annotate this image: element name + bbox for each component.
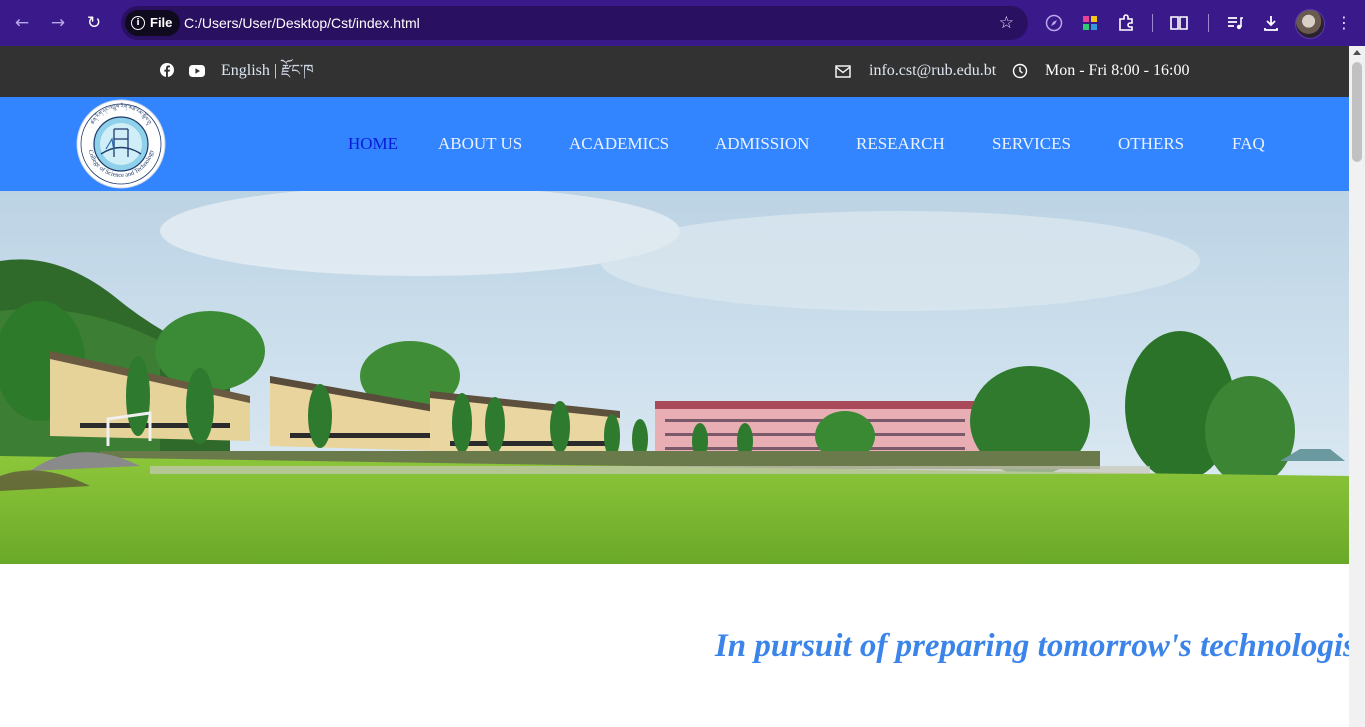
more-menu-icon[interactable]: ⋮ xyxy=(1332,11,1356,35)
language-english-link[interactable]: English xyxy=(221,62,270,79)
bookmark-star-icon[interactable]: ☆ xyxy=(999,6,1014,40)
hero-tagline: In pursuit of preparing tomorrow's techn… xyxy=(714,628,1365,664)
scroll-up-arrow-icon[interactable] xyxy=(1353,50,1361,55)
nav-faq[interactable]: FAQ xyxy=(1232,97,1265,191)
top-info-bar: English | རྫོང་ཁ info.cst@rub.edu.bt Mon… xyxy=(0,46,1349,97)
youtube-icon[interactable] xyxy=(189,63,205,79)
hero-campus-image xyxy=(0,191,1349,564)
colorful-extension-icon[interactable] xyxy=(1078,11,1102,35)
media-playlist-icon[interactable] xyxy=(1223,11,1247,35)
info-icon: i xyxy=(131,16,145,30)
toolbar-divider xyxy=(1152,14,1153,32)
forward-arrow-icon[interactable]: → xyxy=(46,11,70,35)
language-divider: | xyxy=(273,62,278,79)
language-switch: English | རྫོང་ཁ xyxy=(221,46,314,96)
mail-icon xyxy=(835,65,851,78)
nav-research[interactable]: RESEARCH xyxy=(856,97,945,191)
office-hours: Mon - Fri 8:00 - 16:00 xyxy=(1045,62,1190,79)
main-navbar: College of Science and Technology ཚན་རིག… xyxy=(0,97,1349,191)
contact-email[interactable]: info.cst@rub.edu.bt xyxy=(869,46,996,96)
nav-academics[interactable]: ACADEMICS xyxy=(569,97,669,191)
toolbar-divider xyxy=(1208,14,1209,32)
profile-avatar[interactable] xyxy=(1295,9,1325,39)
back-arrow-icon[interactable]: ← xyxy=(10,11,34,35)
nav-others[interactable]: OTHERS xyxy=(1118,97,1184,191)
address-bar[interactable]: i File C:/Users/User/Desktop/Cst/index.h… xyxy=(121,6,1028,40)
nav-services[interactable]: SERVICES xyxy=(992,97,1071,191)
facebook-icon[interactable] xyxy=(159,62,175,78)
scrollbar-thumb[interactable] xyxy=(1352,62,1362,162)
compass-icon[interactable] xyxy=(1042,11,1066,35)
clock-icon xyxy=(1012,63,1028,79)
url-text[interactable]: C:/Users/User/Desktop/Cst/index.html xyxy=(184,6,420,40)
language-dzongkha-link[interactable]: རྫོང་ཁ xyxy=(281,63,314,79)
nav-about-us[interactable]: ABOUT US xyxy=(438,97,522,191)
reading-mode-icon[interactable] xyxy=(1167,11,1191,35)
browser-toolbar: ← → ↻ i File C:/Users/User/Desktop/Cst/i… xyxy=(0,0,1365,46)
download-icon[interactable] xyxy=(1259,11,1283,35)
nav-admission[interactable]: ADMISSION xyxy=(715,97,809,191)
site-info-chip[interactable]: i File xyxy=(125,10,181,36)
college-logo[interactable]: College of Science and Technology ཚན་རིག… xyxy=(76,99,166,189)
nav-home[interactable]: HOME xyxy=(348,97,398,191)
reload-icon[interactable]: ↻ xyxy=(82,11,106,35)
page-scrollbar[interactable] xyxy=(1349,46,1365,727)
puzzle-extensions-icon[interactable] xyxy=(1114,11,1138,35)
site-info-label: File xyxy=(150,15,173,30)
